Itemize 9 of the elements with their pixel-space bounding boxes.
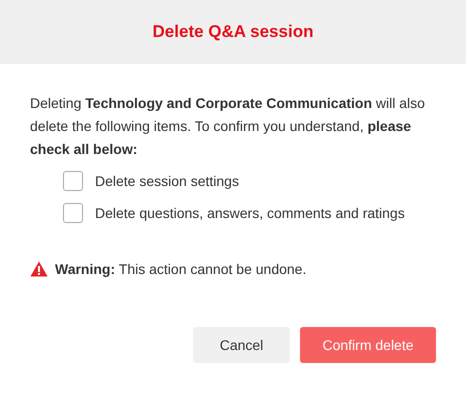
checkbox-label: Delete questions, answers, comments and ratings <box>95 205 405 221</box>
warning-text: Warning: This action cannot be undone. <box>55 261 306 277</box>
message-text: Deleting Technology and Corporate Communication will also delete the following items. To confirm you understand, please check all below: <box>30 94 426 159</box>
cancel-button[interactable]: Cancel <box>193 327 290 363</box>
dialog-title: Delete Q&A session <box>152 22 314 42</box>
warning-icon <box>30 261 48 277</box>
checkbox-label: Delete session settings <box>95 173 239 189</box>
checkbox[interactable] <box>63 171 83 191</box>
checkbox[interactable] <box>63 203 83 223</box>
